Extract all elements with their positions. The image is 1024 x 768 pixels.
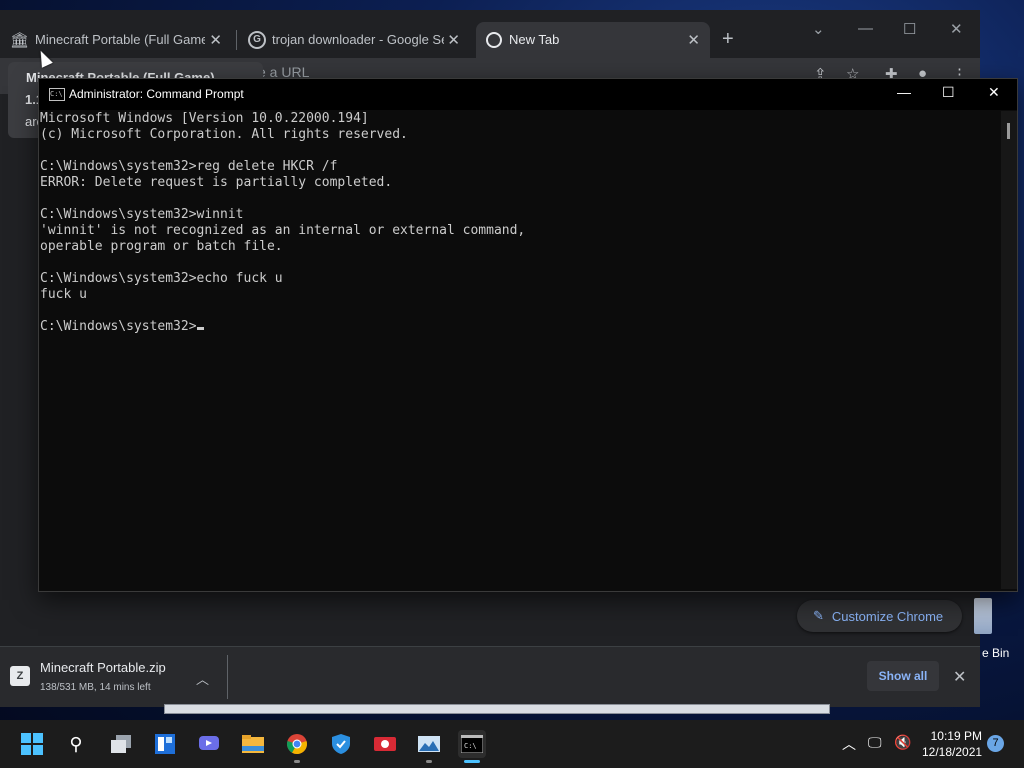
volume-muted-icon[interactable]: 🔇 (894, 734, 911, 751)
search-icon[interactable]: ⚲ (62, 730, 90, 758)
show-all-button[interactable]: Show all (867, 661, 939, 691)
new-tab-button[interactable]: + (722, 28, 734, 51)
teams-chat-icon[interactable] (195, 730, 223, 758)
command-prompt-window: C:\ Administrator: Command Prompt — ☐ ✕ … (38, 78, 1018, 592)
running-indicator (426, 760, 432, 763)
console-line: (c) Microsoft Corporation. All rights re… (40, 127, 408, 142)
svg-text:C:\: C:\ (464, 742, 477, 750)
file-explorer-icon[interactable] (239, 730, 267, 758)
task-view-icon[interactable] (107, 730, 135, 758)
notification-badge[interactable]: 7 (987, 735, 1004, 752)
console-output[interactable]: Microsoft Windows [Version 10.0.22000.19… (40, 111, 1000, 585)
prompt-line[interactable]: C:\Windows\system32> (40, 319, 1000, 335)
command-prompt-icon: C:\ (49, 88, 65, 101)
divider (227, 655, 228, 699)
close-icon[interactable]: ✕ (209, 31, 222, 49)
background-window-edge (164, 704, 830, 714)
chevron-up-icon[interactable]: ︿ (196, 669, 209, 688)
running-indicator (294, 760, 300, 763)
tab-new-tab[interactable]: New Tab ✕ (476, 22, 710, 58)
minimize-icon[interactable]: — (858, 20, 873, 37)
console-line: C:\Windows\system32>echo fuck u (40, 271, 283, 286)
close-window-icon[interactable]: ✕ (950, 20, 963, 38)
screen-recorder-icon[interactable] (371, 730, 399, 758)
maximize-icon[interactable]: ☐ (942, 84, 955, 101)
cmd-title-bar[interactable]: C:\ Administrator: Command Prompt — ☐ ✕ (39, 79, 1017, 110)
windows-start-icon[interactable] (18, 730, 46, 758)
text-cursor (196, 327, 204, 330)
close-icon[interactable]: ✕ (447, 31, 460, 49)
console-line: Microsoft Windows [Version 10.0.22000.19… (40, 111, 369, 126)
zip-file-icon: Z (10, 666, 30, 686)
window-title: Administrator: Command Prompt (69, 87, 244, 101)
widgets-icon[interactable] (151, 730, 179, 758)
download-shelf: Z Minecraft Portable.zip 138/531 MB, 14 … (0, 646, 980, 707)
download-status: 138/531 MB, 14 mins left (40, 682, 151, 693)
image-viewer-icon[interactable] (415, 730, 443, 758)
console-line: C:\Windows\system32>reg delete HKCR /f (40, 159, 338, 174)
download-file-name[interactable]: Minecraft Portable.zip (40, 660, 166, 675)
google-icon: G (248, 31, 266, 49)
date: 12/18/2021 (922, 745, 983, 759)
console-line: fuck u (40, 287, 87, 302)
customize-label: Customize Chrome (831, 608, 944, 624)
recycle-bin-label[interactable]: e Bin (982, 646, 1009, 660)
bank-icon: 🏛 (10, 32, 30, 49)
console-line: ERROR: Delete request is partially compl… (40, 175, 393, 190)
console-line: operable program or batch file. (40, 239, 283, 254)
scrollbar-thumb[interactable] (1007, 123, 1010, 139)
close-window-icon[interactable]: ✕ (988, 84, 1000, 101)
maximize-icon[interactable]: ☐ (903, 20, 916, 38)
chevron-up-icon[interactable]: ︿ (842, 734, 856, 754)
tab-title: Minecraft Portable (Full Game) 1 (35, 32, 205, 47)
active-indicator (464, 760, 480, 763)
tab-search-icon[interactable]: ⌄ (812, 20, 825, 38)
chrome-icon[interactable] (283, 730, 311, 758)
recycle-bin-icon[interactable] (974, 598, 992, 634)
pencil-icon: ✎ (813, 608, 824, 623)
tab-trojan-search[interactable]: G trojan downloader - Google Sea ✕ (238, 22, 470, 58)
taskbar: ⚲ C:\ ︿ 🖵 🔇 10:19 PM 12/18/2021 7 (0, 720, 1024, 768)
close-icon[interactable]: ✕ (953, 667, 966, 687)
tab-title: trojan downloader - Google Sea (272, 32, 444, 47)
tab-separator (236, 30, 237, 50)
customize-chrome-button[interactable]: ✎ Customize Chrome (797, 600, 962, 632)
command-prompt-icon[interactable]: C:\ (458, 730, 486, 758)
network-icon[interactable]: 🖵 (868, 734, 882, 751)
time: 10:19 PM (930, 729, 982, 743)
chrome-icon (486, 32, 502, 48)
defender-icon[interactable] (327, 730, 355, 758)
console-line: C:\Windows\system32>winnit (40, 207, 244, 222)
prompt: C:\Windows\system32> (40, 319, 197, 334)
vertical-scrollbar[interactable] (1001, 111, 1017, 589)
minimize-icon[interactable]: — (897, 84, 911, 100)
tab-title: New Tab (509, 32, 560, 47)
close-icon[interactable]: ✕ (687, 31, 700, 49)
console-line: 'winnit' is not recognized as an interna… (40, 223, 526, 238)
clock[interactable]: 10:19 PM 12/18/2021 (922, 728, 982, 760)
